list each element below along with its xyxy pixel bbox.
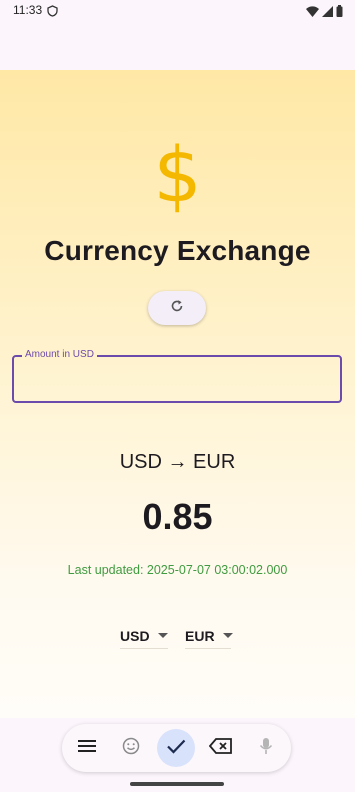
to-currency-value: EUR [185, 627, 215, 644]
mic-icon [259, 737, 273, 760]
status-bar: 11:33 [0, 0, 355, 22]
amount-field[interactable]: Amount in USD [12, 349, 342, 403]
refresh-button[interactable] [148, 291, 206, 325]
from-currency-value: USD [120, 627, 150, 644]
currency-pair: USD → EUR [119, 451, 236, 473]
amount-input[interactable] [24, 367, 324, 391]
cell-signal-icon [322, 4, 333, 22]
menu-button[interactable] [69, 730, 105, 766]
mic-button[interactable] [248, 730, 284, 766]
done-button[interactable] [157, 729, 195, 767]
amount-field-label: Amount in USD [22, 349, 97, 360]
keyboard-toolbar [62, 724, 291, 772]
dollar-icon: $ [153, 130, 202, 219]
main-content: $ Currency Exchange Amount in USD USD → … [0, 70, 355, 718]
exchange-rate: 0.85 [142, 496, 213, 537]
backspace-icon [208, 737, 233, 759]
check-icon [166, 738, 186, 759]
emoji-icon [122, 737, 140, 760]
battery-icon [336, 4, 343, 22]
to-currency-select[interactable]: EUR [185, 623, 233, 649]
status-time: 11:33 [13, 3, 43, 17]
shield-icon [47, 4, 58, 22]
home-indicator[interactable] [130, 782, 224, 786]
chevron-down-icon [222, 633, 233, 638]
refresh-icon [170, 299, 184, 318]
emoji-button[interactable] [113, 730, 149, 766]
page-title: Currency Exchange [44, 235, 311, 266]
last-updated: Last updated: 2025-07-07 03:00:02.000 [67, 563, 288, 577]
keyboard-area [0, 718, 355, 792]
app-bar [0, 22, 355, 70]
backspace-button[interactable] [203, 730, 239, 766]
wifi-icon [306, 4, 319, 22]
from-currency-select[interactable]: USD [120, 623, 168, 649]
chevron-down-icon [157, 633, 168, 638]
menu-icon [78, 739, 96, 758]
